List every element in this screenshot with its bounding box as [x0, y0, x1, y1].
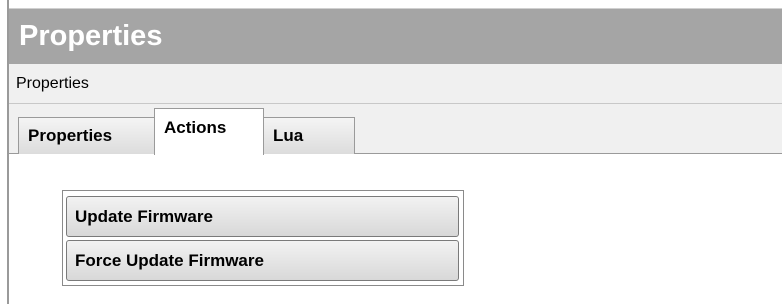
panel-subheader: Properties: [9, 64, 782, 104]
force-update-firmware-button[interactable]: Force Update Firmware: [66, 240, 459, 281]
panel-left-border: [0, 0, 9, 304]
tab-lua[interactable]: Lua: [263, 117, 355, 154]
panel-title-bar: Properties: [9, 9, 782, 64]
tab-properties[interactable]: Properties: [18, 117, 155, 154]
panel-title: Properties: [19, 20, 163, 52]
tab-actions[interactable]: Actions: [154, 108, 264, 155]
panel-subtitle: Properties: [16, 75, 89, 92]
update-firmware-button[interactable]: Update Firmware: [66, 196, 459, 237]
panel-top-strip: [9, 0, 782, 9]
properties-panel: Properties Properties Properties Actions…: [0, 0, 782, 304]
